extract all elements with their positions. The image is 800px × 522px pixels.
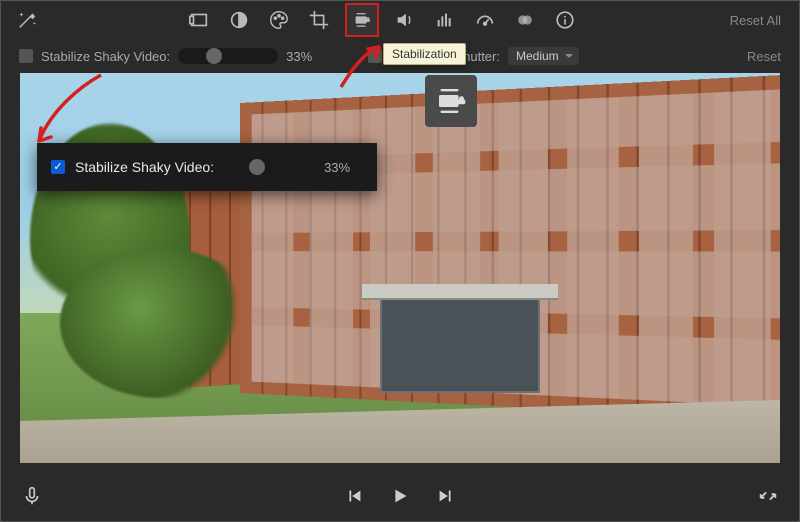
rolling-shutter-select[interactable]: Medium (508, 47, 579, 65)
crop-icon[interactable] (305, 6, 333, 34)
frame-icon[interactable] (185, 6, 213, 34)
magic-wand-icon[interactable] (13, 6, 41, 34)
stabilize-checkbox-zoom[interactable] (51, 160, 65, 174)
toolbar: Reset All (1, 1, 799, 39)
speed-icon[interactable] (471, 6, 499, 34)
fullscreen-icon[interactable] (755, 483, 781, 509)
next-icon[interactable] (433, 483, 459, 509)
overlay-icon[interactable] (511, 6, 539, 34)
stabilize-percent-zoom: 33% (324, 160, 350, 175)
reset-button[interactable]: Reset (747, 49, 781, 64)
play-icon[interactable] (387, 483, 413, 509)
equalizer-icon[interactable] (431, 6, 459, 34)
stabilize-zoom-panel: Stabilize Shaky Video: 33% (37, 143, 377, 191)
stabilize-percent: 33% (286, 49, 312, 64)
stabilize-label: Stabilize Shaky Video: (41, 49, 170, 64)
stabilize-icon-large (425, 75, 477, 127)
stabilize-icon[interactable] (345, 3, 379, 37)
playback-bar (1, 471, 799, 521)
video-preview (20, 73, 780, 463)
volume-icon[interactable] (391, 6, 419, 34)
reset-all-button[interactable]: Reset All (724, 13, 787, 28)
stabilize-slider-zoom[interactable] (224, 159, 314, 175)
stabilize-slider[interactable] (178, 48, 278, 64)
contrast-icon[interactable] (225, 6, 253, 34)
palette-icon[interactable] (265, 6, 293, 34)
previous-icon[interactable] (341, 483, 367, 509)
info-icon[interactable] (551, 6, 579, 34)
stabilize-label-zoom: Stabilize Shaky Video: (75, 159, 214, 175)
stabilize-checkbox[interactable] (19, 49, 33, 63)
stabilization-tooltip: Stabilization (383, 43, 466, 65)
rolling-shutter-checkbox[interactable] (368, 49, 382, 63)
microphone-icon[interactable] (19, 483, 45, 509)
